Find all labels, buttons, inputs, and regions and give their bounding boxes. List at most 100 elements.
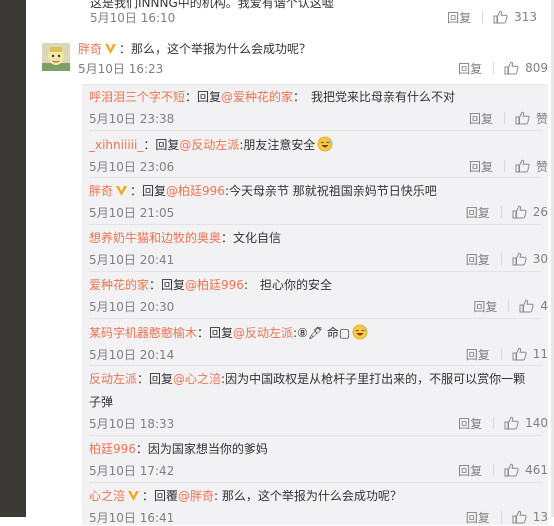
thumbs-up-icon [512,347,527,361]
reply-item: 某码字机器憨憨榆木：回复@反动左派:⑧🖋 命▢ 5月10日 20:14 回复 11 [89,324,548,363]
reply-username[interactable]: _xihniiiii_ [89,138,143,152]
reply-body: ： 我把党来比母亲有什么不对 [293,90,456,104]
reply-username[interactable]: 爱种花的家 [89,278,149,292]
like-button[interactable]: 26 [512,205,548,219]
reply-button[interactable]: 回复 [447,9,471,26]
reply-actions: 回复 140 [458,415,548,431]
comment-time: 5月10日 16:10 [90,11,176,25]
reply-mention[interactable]: @柏廷996 [166,184,225,198]
reply-mention[interactable]: @反动左派 [179,138,239,152]
reply-button[interactable]: 回复 [469,110,493,127]
like-button[interactable]: 809 [504,61,548,75]
like-button[interactable]: 13 [512,510,548,524]
reply-body-continued: 子弹 [89,395,114,409]
like-count: 赞 [535,111,548,126]
avatar[interactable] [42,43,70,71]
verified-v-icon [128,491,140,501]
like-button[interactable]: 4 [519,299,548,313]
thumbs-up-icon [512,205,527,219]
reply-actions: 回复 30 [466,251,548,267]
like-button[interactable]: 赞 [515,110,548,127]
thumbs-up-icon [504,61,519,75]
reply-meta: 5月10日 20:30 回复 4 [89,298,548,315]
reply-body: : 担心你的安全 [243,278,332,292]
like-button[interactable]: 313 [493,10,537,24]
reply-button[interactable]: 回复 [466,346,490,363]
reply-item: 爱种花的家：回复@柏廷996: 担心你的安全 5月10日 20:30 回复 4 [89,277,548,315]
thumbs-up-icon [504,416,519,430]
reply-username[interactable]: 某码字机器憨憨榆木 [89,326,197,340]
like-count: 461 [525,463,548,477]
reply-time: 5月10日 20:14 [89,348,175,362]
reply-actions: 回复 461 [458,462,548,478]
reply-meta: 5月10日 21:05 回复 26 [89,204,548,220]
reply-prefix: ：回复 [130,184,167,198]
reply-time: 5月10日 21:05 [89,206,175,220]
thumbs-up-icon [493,10,508,24]
reply-item: 柏廷996：因为国家想当你的爹妈 5月10日 17:42 回复 461 [89,441,548,478]
reply-meta: 5月10日 20:41 回复 30 [89,251,548,267]
reply-meta: 5月10日 23:06 回复 赞 [89,158,548,175]
main-comment-meta: 5月10日 16:23 回复 809 [78,60,548,76]
reply-mention[interactable]: @柏廷996 [185,278,244,292]
reply-time: 5月10日 20:41 [89,253,175,267]
reply-username[interactable]: 反动左派 [89,372,137,386]
reply-time: 5月10日 23:06 [89,160,175,174]
thumbs-up-icon [512,510,527,524]
like-button[interactable]: 30 [512,252,548,266]
reply-button[interactable]: 回复 [466,509,490,526]
reply-prefix: ：回复 [197,326,234,340]
reply-divider [89,318,541,319]
reply-actions: 回复 赞 [469,158,548,174]
reply-mention[interactable]: @爱种花的家 [221,90,293,104]
action-divider [493,62,495,74]
reply-button[interactable]: 回复 [466,204,490,221]
reply-username[interactable]: 心之涪 [89,489,125,503]
reply-button[interactable]: 回复 [458,415,482,432]
action-divider [482,11,484,23]
reply-line: 想养奶牛猫和边牧的奥奥：文化自信 [89,230,541,246]
like-button[interactable]: 11 [512,347,548,361]
reply-button[interactable]: 回复 [473,298,497,315]
comment-username[interactable]: 胖奇 [78,42,102,56]
reply-item: 胖奇 ：回复@柏廷996:今天母亲节 那就祝祖国亲妈节日快乐吧 5月10日 21:… [89,183,548,220]
reply-line: 爱种花的家：回复@柏廷996: 担心你的安全 [89,277,541,293]
reply-actions: 回复 26 [466,204,548,220]
reply-line: 呼泪泪三个字不短：回复@爱种花的家： 我把党来比母亲有什么不对 [89,89,541,105]
thumbs-up-icon [519,299,534,313]
reply-item: 反动左派：回复@心之涪:因为中国政权是从枪杆子里打出来的，不服可以赏你一颗 子弹… [89,371,548,431]
action-divider [500,348,502,360]
reply-line: 胖奇 ：回复@柏廷996:今天母亲节 那就祝祖国亲妈节日快乐吧 [89,183,541,199]
reply-button[interactable]: 回复 [469,158,493,175]
reply-mention[interactable]: @反动左派 [233,326,293,340]
reply-item: 呼泪泪三个字不短：回复@爱种花的家： 我把党来比母亲有什么不对 5月10日 23… [89,89,548,127]
like-button[interactable]: 140 [504,416,548,430]
reply-line-continued: 子弹 [89,394,541,410]
reply-time: 5月10日 23:38 [89,112,175,126]
thumbs-up-icon [515,111,530,125]
action-divider [493,417,495,429]
reply-actions: 回复 13 [466,509,548,525]
reply-button[interactable]: 回复 [458,60,482,77]
reply-mention[interactable]: @胖奇 [178,489,214,503]
reply-username[interactable]: 呼泪泪三个字不短 [89,90,185,104]
reply-button[interactable]: 回复 [466,251,490,268]
left-edge-panel [0,0,26,517]
reply-button[interactable]: 回复 [458,462,482,479]
like-count: 30 [532,252,548,266]
reply-time: 5月10日 16:41 [89,511,175,525]
reply-prefix: ：回覆 [142,489,179,503]
reply-divider [89,224,541,225]
verified-v-icon [105,44,117,54]
like-button[interactable]: 461 [504,463,548,477]
like-button[interactable]: 赞 [515,158,548,175]
like-count: 4 [540,299,548,313]
reply-mention[interactable]: @心之涪 [173,372,221,386]
reply-line: 反动左派：回复@心之涪:因为中国政权是从枪杆子里打出来的，不服可以赏你一颗 [89,371,541,387]
reply-username[interactable]: 想养奶牛猫和边牧的奥奥 [89,231,221,245]
reply-meta: 5月10日 16:41 回复 13 [89,509,548,525]
reply-line: _xihniiiii_：回复@反动左派:朋友注意安全 [89,136,541,153]
reply-body: :因为中国政权是从枪杆子里打出来的，不服可以赏你一颗 [221,372,526,386]
reply-username[interactable]: 胖奇 [89,184,113,198]
reply-username[interactable]: 柏廷996 [89,442,136,456]
